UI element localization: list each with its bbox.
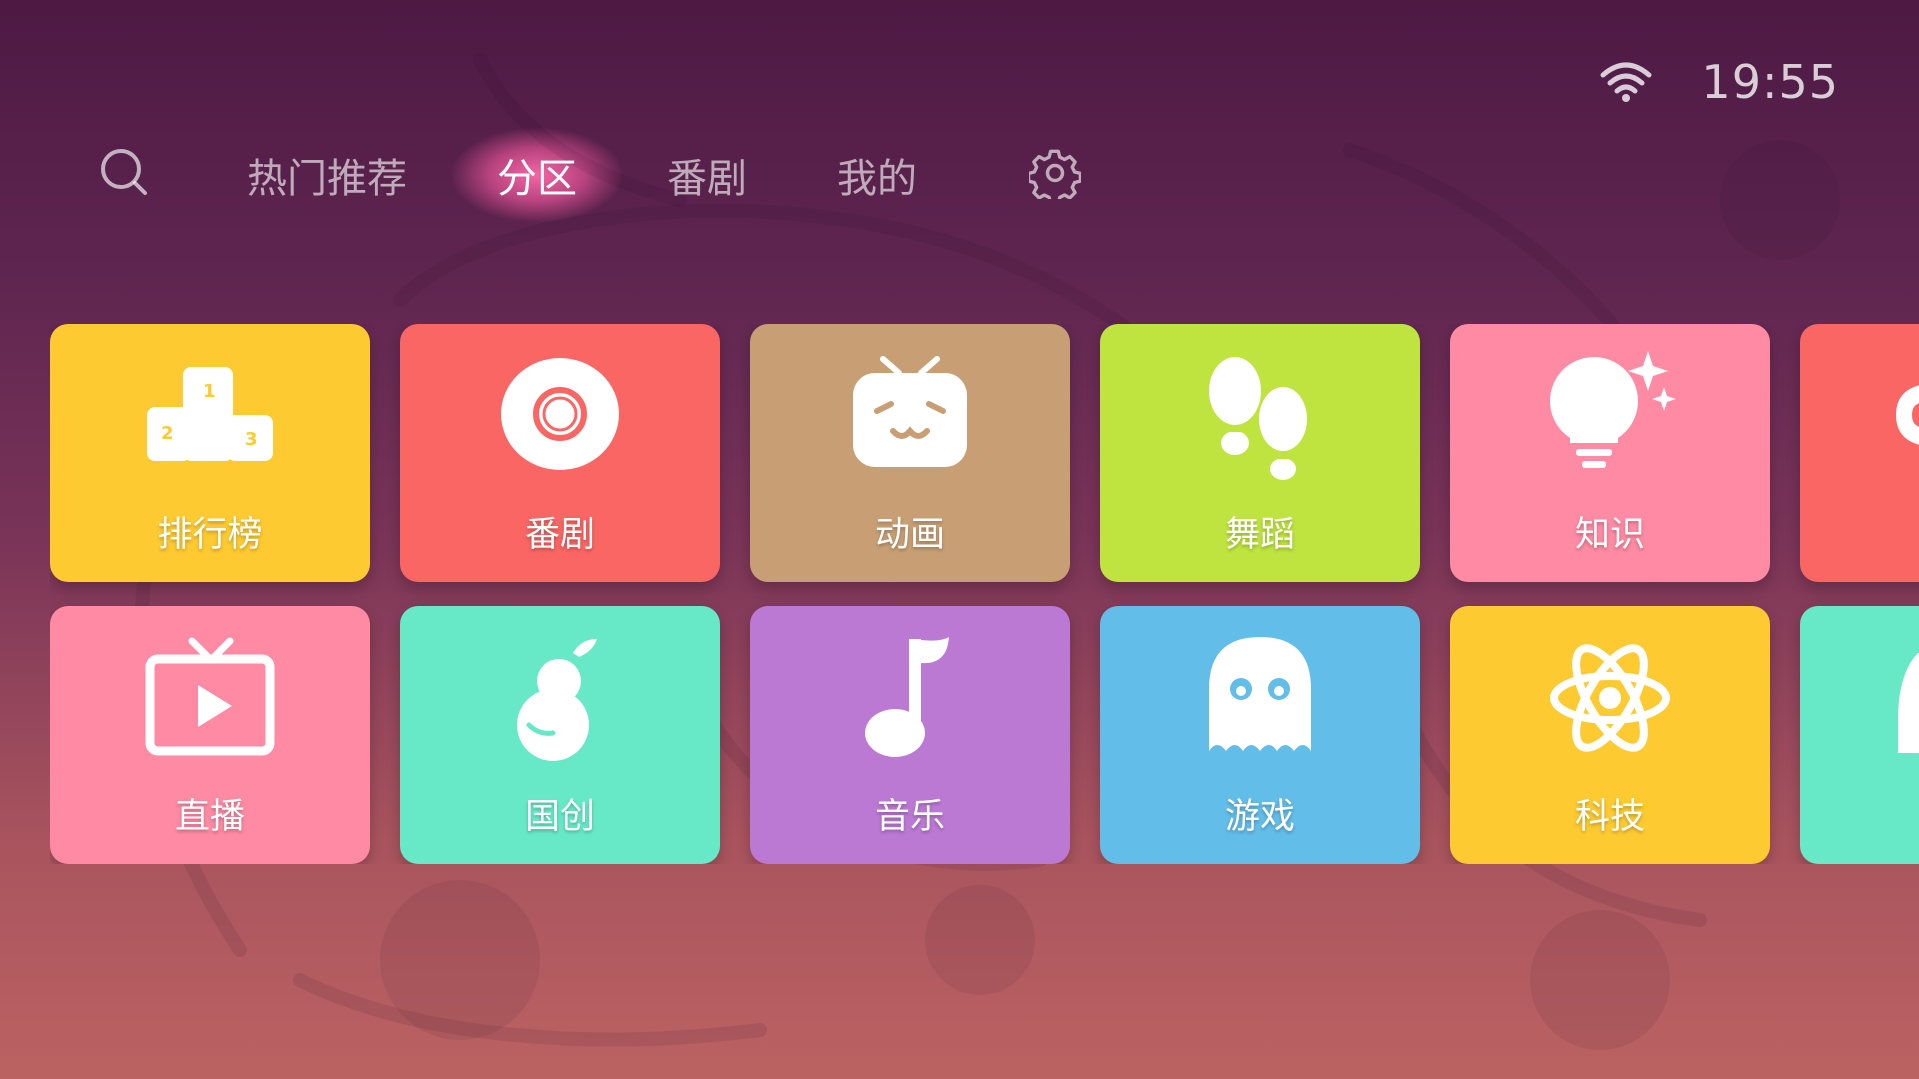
category-label: 音乐: [874, 797, 945, 837]
tab-label: 我的: [837, 156, 917, 202]
lightbulb-icon: [1450, 346, 1770, 486]
tab-label: 番剧: [667, 156, 747, 202]
footprints-icon: [1100, 346, 1420, 486]
gourd-icon: [400, 628, 720, 768]
category-label: 排行榜: [157, 515, 263, 555]
tab-bangumi[interactable]: 番剧: [667, 146, 747, 204]
category-tile-partial[interactable]: [1800, 606, 1919, 864]
category-label: 舞蹈: [1224, 515, 1295, 555]
partial-icon: [1800, 628, 1919, 768]
status-bar: 19:55: [1599, 55, 1839, 109]
gear-icon: [1026, 147, 1083, 205]
category-label: 科技: [1574, 797, 1645, 837]
category-label: 游戏: [1224, 797, 1295, 837]
category-tile-ranking[interactable]: 1 2 3 排行榜: [50, 324, 370, 582]
clock: 19:55: [1701, 55, 1839, 109]
music-note-icon: [750, 628, 1070, 768]
category-tile-tech[interactable]: 科技: [1450, 606, 1770, 864]
search-button[interactable]: [95, 145, 155, 205]
svg-text:1: 1: [203, 381, 216, 402]
search-icon: [97, 145, 153, 205]
live-tv-icon: [50, 628, 370, 768]
wifi-icon: [1599, 61, 1653, 103]
tab-label: 热门推荐: [247, 156, 407, 202]
category-tile-live[interactable]: 直播: [50, 606, 370, 864]
category-tile-knowledge[interactable]: 知识: [1450, 324, 1770, 582]
category-tile-guochuang[interactable]: 国创: [400, 606, 720, 864]
category-tile-bangumi[interactable]: 番剧: [400, 324, 720, 582]
tab-label: 分区: [497, 156, 577, 202]
category-label: 番剧: [524, 515, 595, 555]
category-tile-game[interactable]: 游戏: [1100, 606, 1420, 864]
category-tile-music[interactable]: 音乐: [750, 606, 1070, 864]
atom-icon: [1450, 628, 1770, 768]
category-tile-partial[interactable]: [1800, 324, 1919, 582]
partial-icon: [1800, 346, 1919, 486]
category-tile-dance[interactable]: 舞蹈: [1100, 324, 1420, 582]
category-tile-animation[interactable]: 动画: [750, 324, 1070, 582]
tab-zones[interactable]: 分区: [452, 128, 622, 222]
category-label: 国创: [524, 797, 595, 837]
svg-text:3: 3: [245, 429, 258, 450]
category-label: 直播: [174, 797, 245, 837]
category-grid: 1 2 3 排行榜 番剧 动画 舞蹈 知识 直播 国创 音乐 游戏 科技: [50, 324, 1919, 864]
category-label: 动画: [874, 515, 945, 555]
ghost-icon: [1100, 628, 1420, 768]
podium-icon: 1 2 3: [50, 346, 370, 486]
svg-text:2: 2: [161, 423, 174, 444]
top-nav: 热门推荐 分区 番剧 我的: [95, 128, 1083, 222]
category-label: 知识: [1574, 515, 1645, 555]
tab-mine[interactable]: 我的: [837, 146, 917, 204]
record-icon: [400, 346, 720, 486]
tv-mascot-icon: [750, 346, 1070, 486]
settings-button[interactable]: [1026, 147, 1083, 205]
tab-hot-recommend[interactable]: 热门推荐: [247, 146, 407, 204]
